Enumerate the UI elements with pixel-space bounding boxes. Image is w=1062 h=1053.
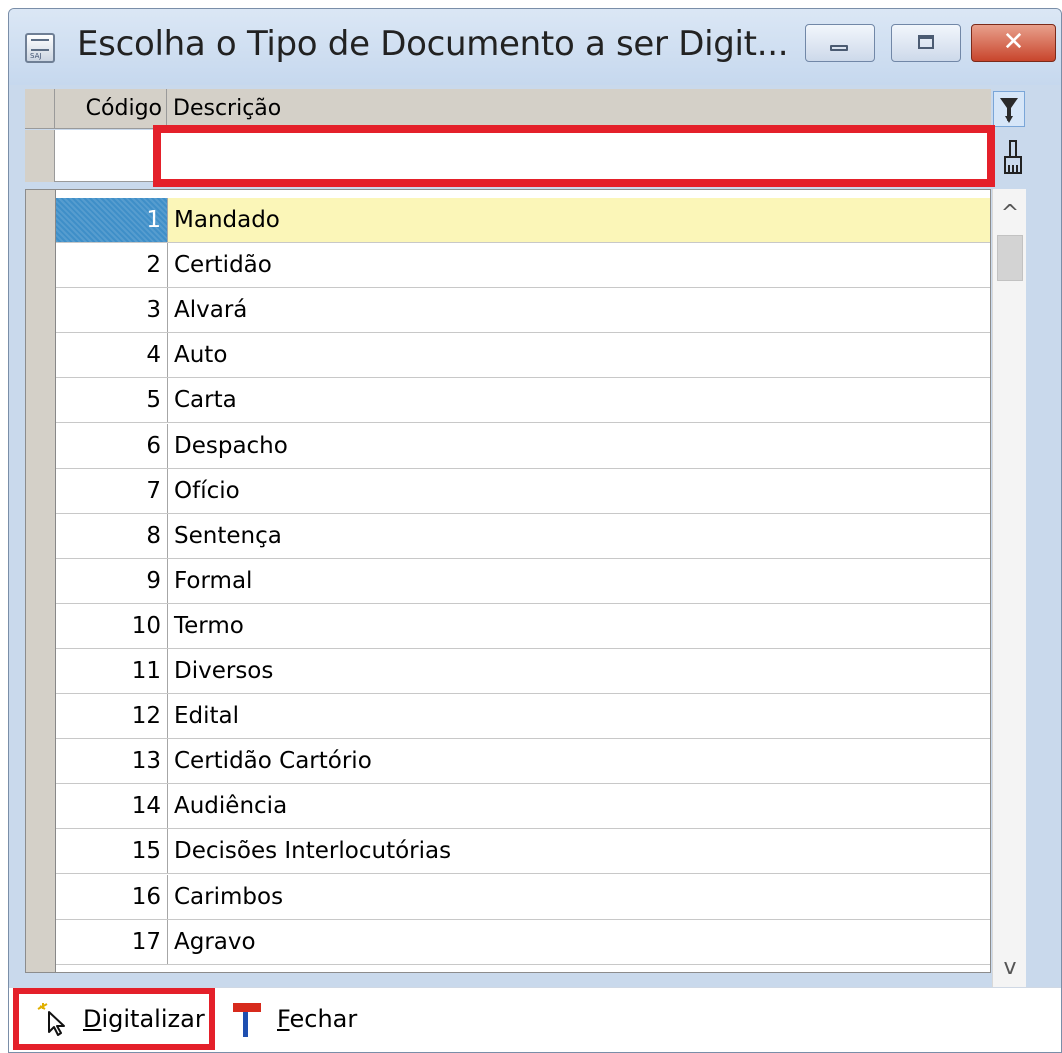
column-header-code[interactable]: Código: [55, 89, 167, 129]
description-cell: Certidão: [174, 252, 272, 279]
close-icon: ✕: [1002, 27, 1025, 57]
code-cell: 6: [56, 423, 168, 468]
filter-code-cell[interactable]: [55, 130, 167, 182]
maximize-icon: [918, 35, 934, 49]
description-cell: Carta: [174, 387, 237, 414]
dialog-window: SAJ Escolha o Tipo de Documento a ser Di…: [8, 8, 1062, 1053]
vertical-scrollbar[interactable]: ^ v: [992, 189, 1026, 989]
code-cell: 4: [56, 333, 168, 378]
code-cell: 7: [56, 468, 168, 513]
code-cell: 12: [56, 694, 168, 739]
description-cell: Ofício: [174, 477, 240, 504]
digitalizar-button[interactable]: Digitalizar: [13, 988, 215, 1050]
table-row[interactable]: 4 Auto: [56, 333, 990, 379]
cursor-sparkle-icon: [37, 1003, 65, 1036]
table-row[interactable]: 14 Audiência: [56, 784, 990, 830]
row-indicator-column: [26, 190, 56, 972]
footer-toolbar: Digitalizar Fechar: [9, 987, 1061, 1052]
table-row[interactable]: 10 Termo: [56, 603, 990, 649]
document-type-grid[interactable]: 1 Mandado 2 Certidão 3 Alvará 4 Auto 5 Carta 6 Desp…: [25, 189, 991, 973]
description-cell: Despacho: [174, 432, 288, 459]
table-row[interactable]: 3 Alvará: [56, 288, 990, 334]
column-header-description[interactable]: Descrição: [167, 89, 991, 129]
description-cell: Termo: [174, 612, 244, 639]
table-row[interactable]: 17 Agravo: [56, 919, 990, 965]
description-cell: Mandado: [168, 198, 990, 242]
description-cell: Certidão Cartório: [174, 748, 372, 775]
close-button[interactable]: ✕: [971, 24, 1056, 62]
table-row[interactable]: 5 Carta: [56, 378, 990, 424]
filter-row-indicator: [25, 130, 55, 182]
code-cell: 9: [56, 558, 168, 603]
code-cell: 2: [56, 243, 168, 288]
table-row[interactable]: 12 Edital: [56, 694, 990, 740]
code-cell: 3: [56, 288, 168, 333]
table-row[interactable]: 7 Ofício: [56, 468, 990, 514]
app-icon[interactable]: SAJ: [25, 33, 55, 63]
description-cell: Agravo: [174, 928, 256, 955]
table-row[interactable]: 13 Certidão Cartório: [56, 739, 990, 785]
description-cell: Alvará: [174, 297, 248, 324]
scroll-up-icon[interactable]: ^: [993, 197, 1027, 231]
scroll-down-icon[interactable]: v: [993, 951, 1027, 985]
maximize-button[interactable]: [891, 24, 961, 62]
description-cell: Audiência: [174, 793, 288, 820]
digitalizar-label: Digitalizar: [83, 1005, 205, 1033]
table-row[interactable]: 8 Sentença: [56, 513, 990, 559]
code-cell: 13: [56, 739, 168, 784]
title-bar[interactable]: SAJ Escolha o Tipo de Documento a ser Di…: [9, 9, 1061, 85]
grid-header: Código Descrição: [25, 89, 991, 129]
header-indicator: [25, 89, 55, 129]
code-cell: 14: [56, 784, 168, 829]
table-row[interactable]: 9 Formal: [56, 558, 990, 604]
description-cell: Decisões Interlocutórias: [174, 838, 452, 865]
description-cell: Sentença: [174, 522, 282, 549]
minimize-button[interactable]: [805, 24, 875, 62]
fechar-label: Fechar: [277, 1005, 358, 1033]
description-filter-input[interactable]: [153, 125, 995, 187]
filter-icon: [1000, 98, 1018, 123]
description-cell: Auto: [174, 342, 228, 369]
code-cell: 16: [56, 874, 168, 919]
scroll-thumb[interactable]: [997, 235, 1023, 281]
code-cell: 11: [56, 649, 168, 693]
description-cell: Formal: [174, 567, 253, 594]
description-cell: Carimbos: [174, 883, 284, 910]
table-row[interactable]: 16 Carimbos: [56, 874, 990, 920]
brush-icon: [1004, 140, 1022, 174]
red-flag-icon: [233, 1003, 261, 1037]
filter-button[interactable]: [993, 91, 1025, 127]
code-cell: 1: [56, 198, 168, 242]
clear-filter-button[interactable]: [1001, 137, 1025, 177]
table-row[interactable]: 1 Mandado: [56, 198, 990, 243]
table-row[interactable]: 2 Certidão: [56, 243, 990, 289]
code-cell: 15: [56, 829, 168, 874]
fechar-button[interactable]: Fechar: [223, 988, 389, 1050]
description-cell: Edital: [174, 703, 240, 730]
code-cell: 17: [56, 919, 168, 964]
code-cell: 8: [56, 513, 168, 558]
code-cell: 10: [56, 603, 168, 648]
code-cell: 5: [56, 378, 168, 423]
app-icon-text: SAJ: [30, 52, 42, 60]
window-title: Escolha o Tipo de Documento a ser Digit.…: [77, 24, 789, 64]
minimize-icon: [830, 45, 848, 51]
table-row[interactable]: 6 Despacho: [56, 423, 990, 469]
description-cell: Diversos: [174, 658, 274, 684]
table-row[interactable]: 11 Diversos: [56, 649, 990, 694]
table-row[interactable]: 15 Decisões Interlocutórias: [56, 829, 990, 875]
